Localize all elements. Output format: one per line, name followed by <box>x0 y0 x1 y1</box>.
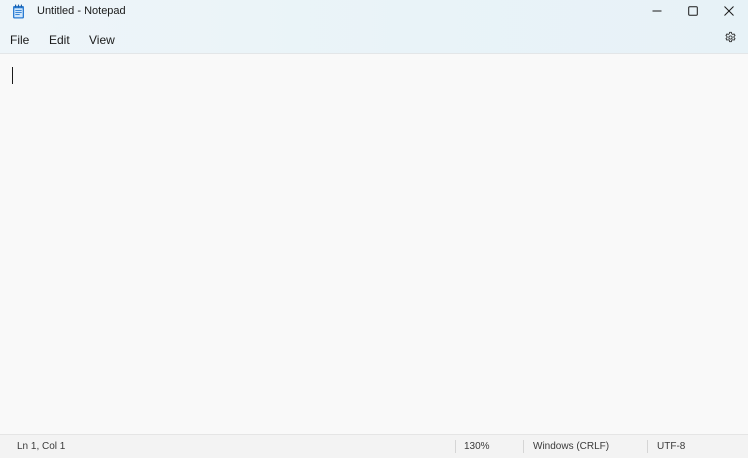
maximize-icon <box>688 3 698 21</box>
zoom-level[interactable]: 130% <box>464 435 490 458</box>
encoding[interactable]: UTF-8 <box>657 435 685 458</box>
menu-view[interactable]: View <box>87 27 117 53</box>
status-divider <box>523 440 524 453</box>
menu-file[interactable]: File <box>8 27 31 53</box>
menu-edit[interactable]: Edit <box>47 27 72 53</box>
window-chrome: Untitled - Notepad File Edit View <box>0 0 748 54</box>
editor-area[interactable] <box>0 54 748 434</box>
notepad-icon <box>12 4 25 19</box>
notepad-window: Untitled - Notepad File Edit View Ln 1, … <box>0 0 748 458</box>
maximize-button[interactable] <box>675 0 711 24</box>
status-divider <box>647 440 648 453</box>
menu-bar: File Edit View <box>0 27 748 53</box>
minimize-button[interactable] <box>639 0 675 24</box>
window-title: Untitled - Notepad <box>37 5 126 17</box>
gear-icon <box>724 31 737 49</box>
cursor-position: Ln 1, Col 1 <box>17 441 66 452</box>
line-ending[interactable]: Windows (CRLF) <box>533 435 609 458</box>
status-bar: Ln 1, Col 1 130% Windows (CRLF) UTF-8 <box>0 434 748 458</box>
close-button[interactable] <box>711 0 747 24</box>
text-editor[interactable] <box>12 66 732 426</box>
title-bar[interactable]: Untitled - Notepad <box>0 0 748 24</box>
status-divider <box>455 440 456 453</box>
close-icon <box>724 3 734 21</box>
settings-button[interactable] <box>719 30 741 50</box>
text-caret <box>12 67 13 84</box>
minimize-icon <box>652 3 662 21</box>
